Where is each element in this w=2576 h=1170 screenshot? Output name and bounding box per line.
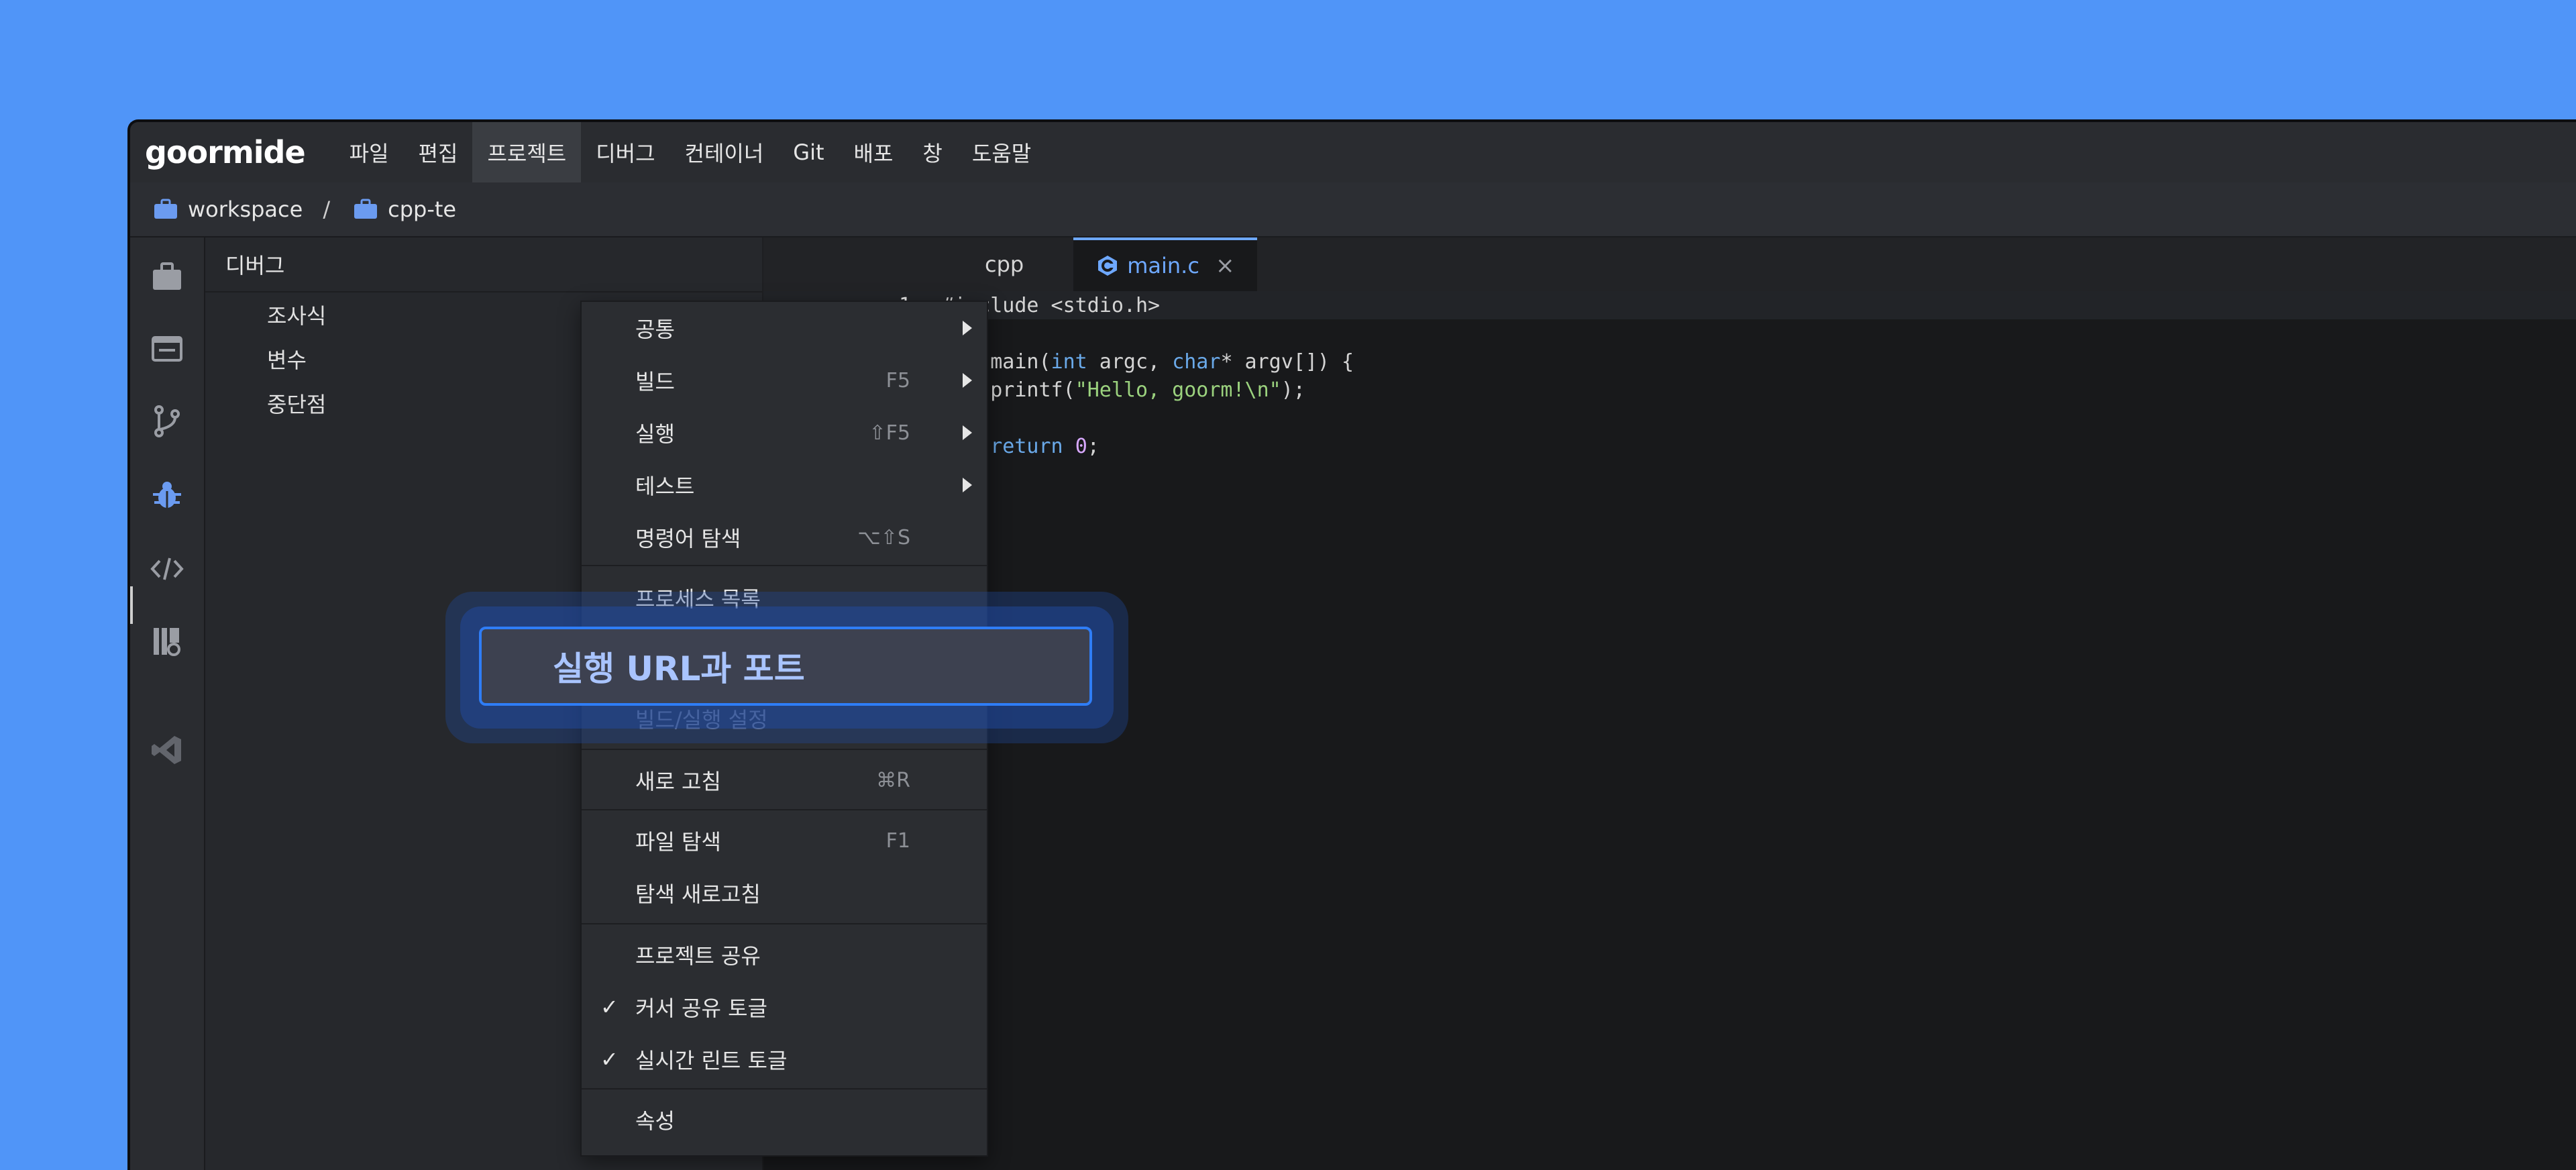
menu-item-command-search[interactable]: 명령어 탐색 ⌥⇧S [582,511,987,564]
code-line: 6 return 0; [763,432,2576,460]
briefcase-icon [354,199,378,219]
briefcase-icon [154,199,177,219]
menu-item-label: 프로젝트 공유 [635,943,761,969]
menu-item-shortcut: F1 [885,829,910,853]
code-line: 4 printf("Hello, goorm!\n"); [763,376,2576,404]
menu-item-label: 테스트 [635,474,695,499]
code-icon[interactable] [148,550,186,588]
menu-item-label: 실행 [635,421,675,447]
menu-item-share-project[interactable]: 프로젝트 공유 [582,928,987,981]
menu-divider [582,1088,987,1089]
menu-item-label: 명령어 탐색 [635,526,741,551]
menu-divider [582,923,987,924]
breadcrumb: workspace / cpp-te [130,182,2576,237]
menu-item-toggle-cursor-share[interactable]: ✓ 커서 공유 토글 [582,981,987,1033]
breadcrumb-separator: / [323,197,331,222]
code-text: int main(int argc, char* argv[]) { [942,350,1354,374]
tab-label: main.c [1127,253,1199,278]
app-logo: goormide [145,134,306,170]
menu-item-shortcut: ⌘R [876,768,910,792]
menu-git[interactable]: Git [778,122,839,182]
tab-main-c[interactable]: main.c × [1073,237,1258,291]
menu-debug[interactable]: 디버그 [581,122,669,182]
activity-bar [130,237,205,1170]
debug-panel-title: 디버그 [205,237,762,292]
bug-icon[interactable] [148,476,186,514]
menu-item-common[interactable]: 공통 [582,302,987,354]
library-icon[interactable] [148,623,186,660]
tab-cpp[interactable]: cpp [763,237,1046,291]
code-line: 2 [763,319,2576,348]
breadcrumb-item-workspace[interactable]: workspace [153,197,303,222]
briefcase-icon[interactable] [148,258,186,295]
breadcrumb-label: cpp-te [388,197,457,222]
terminal-window-icon[interactable] [148,330,186,368]
menu-item-label: 커서 공유 토글 [635,996,767,1021]
close-icon[interactable]: × [1216,252,1235,279]
submenu-arrow-icon [963,373,972,388]
menu-file[interactable]: 파일 [335,122,404,182]
menu-item-run-url-port[interactable]: 실행 URL과 포트 [479,627,1092,706]
active-indicator [130,586,133,624]
menu-help[interactable]: 도움말 [957,122,1046,182]
menu-item-shortcut: F5 [885,368,910,392]
code-line: 1 #include <stdio.h> [763,291,2576,319]
git-branch-icon[interactable] [148,403,186,440]
checkmark-icon: ✓ [600,1047,619,1072]
menu-item-label: 빌드 [635,369,675,394]
vscode-icon[interactable] [148,731,186,769]
menu-item-label: 속성 [635,1108,675,1134]
menu-item-refresh-explorer[interactable]: 탐색 새로고침 [582,867,987,919]
ide-window: goormide 파일 편집 프로젝트 디버그 컨테이너 Git 배포 창 도움… [127,119,2576,1170]
menu-edit[interactable]: 편집 [404,122,473,182]
menu-container[interactable]: 컨테이너 [670,122,779,182]
menu-window[interactable]: 창 [908,122,957,182]
breadcrumb-item-project[interactable]: cpp-te [353,197,456,222]
code-line: 5 [763,404,2576,432]
menu-item-label: 실시간 린트 토글 [635,1048,788,1073]
menu-item-build[interactable]: 빌드 F5 [582,354,987,407]
menu-item-properties[interactable]: 속성 [582,1094,987,1146]
menu-project[interactable]: 프로젝트 [472,122,582,182]
submenu-arrow-icon [963,425,972,440]
menu-item-refresh[interactable]: 새로 고침 ⌘R [582,754,987,806]
checkmark-icon: ✓ [600,994,619,1020]
submenu-arrow-icon [963,478,972,492]
menu-divider [582,749,987,750]
code-area[interactable]: 1 #include <stdio.h> 2 3▾ int main(int a… [763,291,2576,488]
menu-divider [582,809,987,810]
menu-item-label: 파일 탐색 [635,829,721,855]
menu-item-toggle-live-lint[interactable]: ✓ 실시간 린트 토글 [582,1033,987,1085]
menu-item-file-search[interactable]: 파일 탐색 F1 [582,814,987,867]
submenu-arrow-icon [963,321,972,335]
menu-item-label: 탐색 새로고침 [635,882,761,907]
editor-tabs: cpp main.c × [763,237,2576,291]
menu-item-label: 공통 [635,317,675,342]
c-file-icon [1098,256,1118,276]
menu-item-label: 실행 URL과 포트 [553,649,805,688]
code-line: 3▾ int main(int argc, char* argv[]) { [763,348,2576,376]
menu-item-shortcut: ⌥⇧S [857,525,910,549]
menu-item-shortcut: ⇧F5 [869,421,910,445]
menu-item-run[interactable]: 실행 ⇧F5 [582,407,987,459]
breadcrumb-label: workspace [188,197,303,222]
menubar: goormide 파일 편집 프로젝트 디버그 컨테이너 Git 배포 창 도움… [130,122,2576,182]
menu-deploy[interactable]: 배포 [839,122,908,182]
menu-divider [582,565,987,566]
code-line: 7 } [763,460,2576,488]
menu-item-test[interactable]: 테스트 [582,459,987,511]
menu-item-label: 새로 고침 [635,769,721,794]
